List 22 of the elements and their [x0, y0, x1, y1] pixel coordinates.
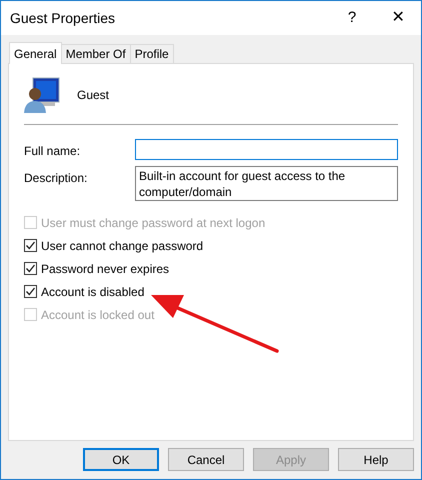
tab[interactable]: Profile [130, 44, 174, 63]
checkbox-label: Password never expires [41, 260, 170, 278]
full-name-field[interactable] [135, 139, 398, 160]
checkbox-label: Account is locked out [41, 306, 154, 324]
user-computer-icon [23, 76, 61, 114]
checkbox-label: User must change password at next logon [41, 214, 266, 232]
help-button[interactable]: ? [329, 1, 375, 35]
field-label: Description: [24, 170, 88, 187]
dialog-button[interactable]: OK [83, 448, 159, 471]
checkbox-label: User cannot change password [41, 238, 204, 254]
description-field[interactable]: Built-in account for guest access to the computer/domain [135, 166, 398, 201]
field-label: Full name: [24, 143, 82, 160]
user-name: Guest [77, 87, 110, 104]
dialog-button[interactable]: Help [338, 448, 414, 471]
tab[interactable]: General [9, 42, 62, 64]
checkbox-label: Account is disabled [41, 284, 144, 300]
checkbox[interactable] [24, 262, 37, 275]
window-title: Guest Properties [10, 8, 116, 28]
checkbox[interactable] [24, 239, 37, 252]
dialog-button[interactable]: Cancel [168, 448, 244, 471]
close-button[interactable]: ✕ [375, 1, 421, 35]
checkbox[interactable] [24, 285, 37, 298]
